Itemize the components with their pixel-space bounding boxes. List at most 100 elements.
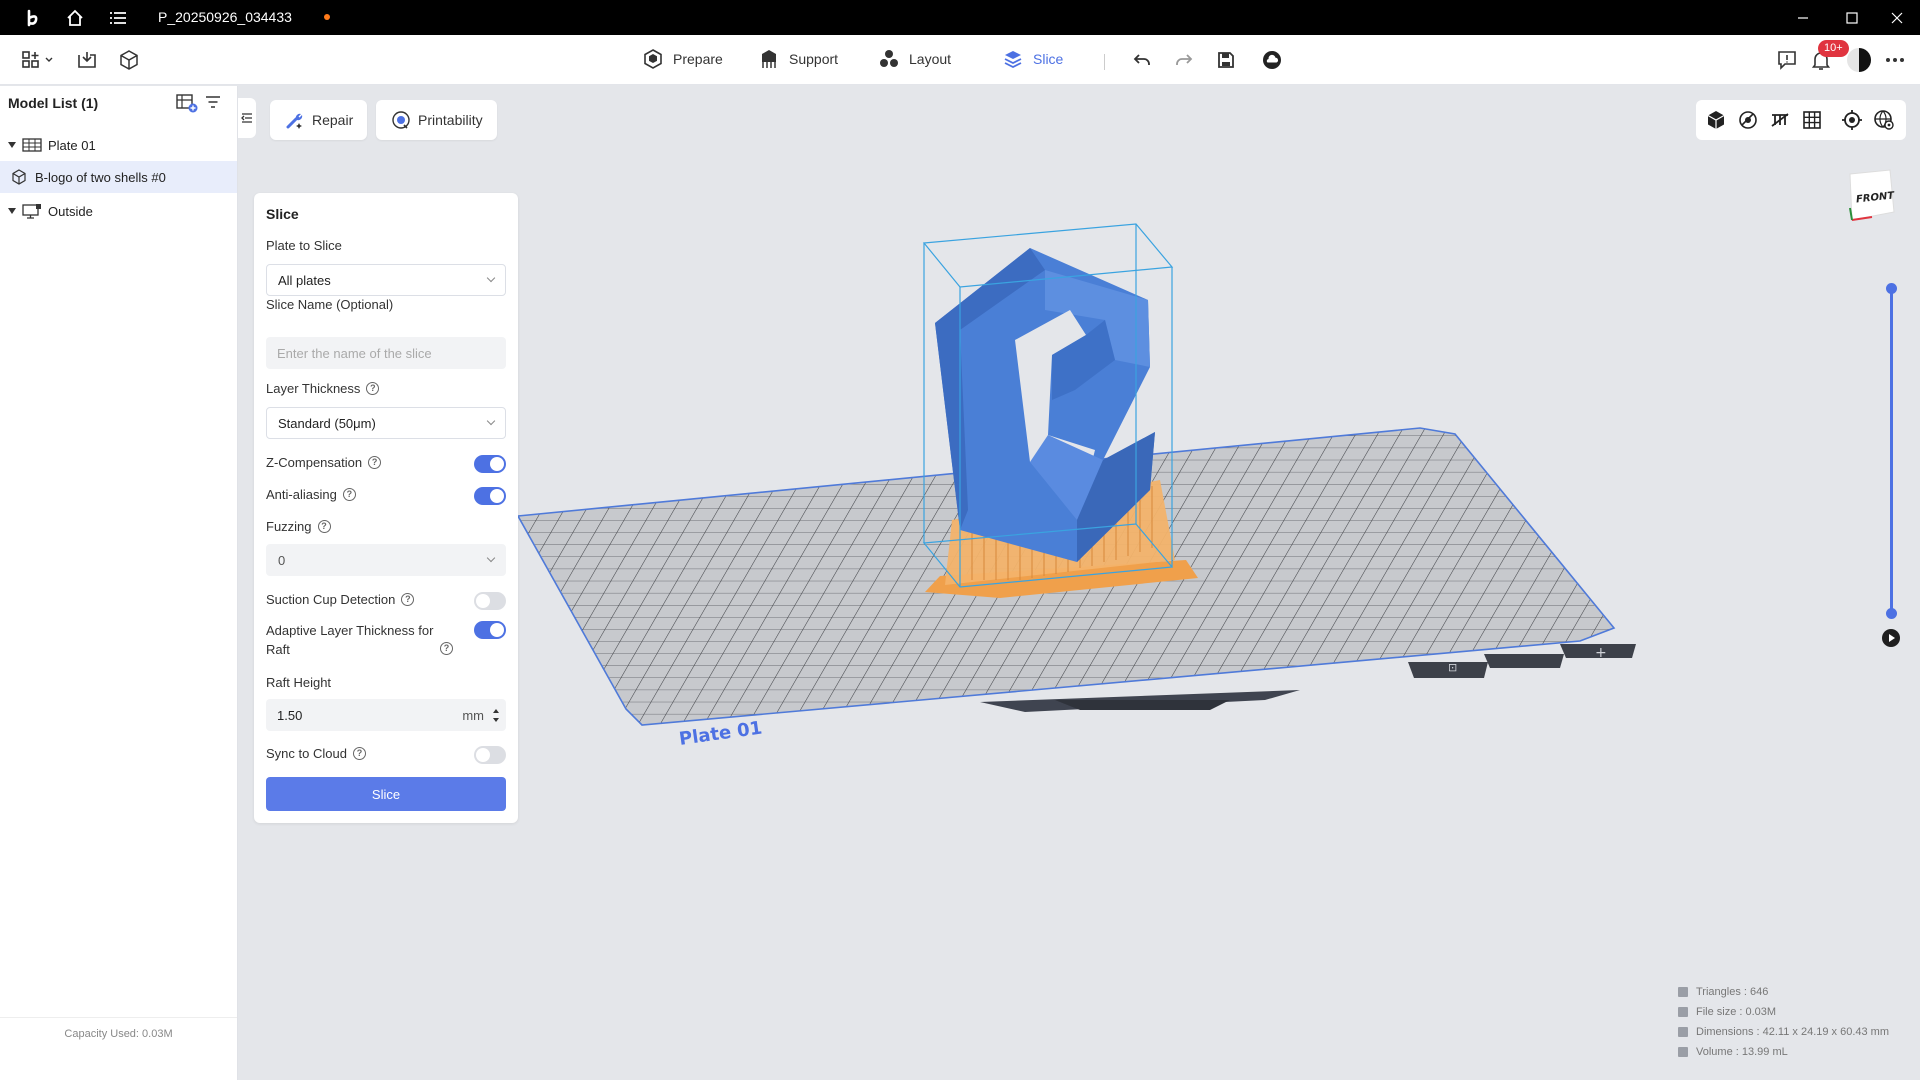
expand-caret-icon[interactable]	[8, 208, 16, 214]
view-settings-icon[interactable]	[1872, 108, 1896, 132]
decrement-arrow-icon[interactable]	[493, 717, 499, 722]
tree-item-outside[interactable]: Outside	[0, 195, 237, 227]
raft-height-value: 1.50	[277, 707, 303, 723]
layer-thickness-label-text: Layer Thickness	[266, 381, 361, 396]
suction-cup-label-text: Suction Cup Detection	[266, 592, 396, 607]
tree-item-outside-label: Outside	[48, 203, 93, 219]
view-tools-bar	[1696, 100, 1906, 140]
tree-item-plate-label: Plate 01	[48, 137, 96, 153]
anti-aliasing-label-text: Anti-aliasing	[266, 487, 337, 502]
help-icon[interactable]: ?	[401, 593, 415, 606]
z-compensation-label-text: Z-Compensation	[266, 455, 363, 470]
layer-slider-bottom-handle[interactable]	[1886, 608, 1897, 619]
collapse-icon	[241, 113, 252, 123]
xray-view-icon[interactable]	[1736, 108, 1760, 132]
chevron-down-icon	[486, 273, 496, 283]
stat-triangles: Triangles : 646	[1678, 982, 1889, 1002]
adaptive-raft-toggle[interactable]	[474, 621, 506, 639]
stat-triangles-text: Triangles : 646	[1696, 986, 1769, 998]
hide-supports-icon[interactable]	[1768, 108, 1792, 132]
z-compensation-toggle[interactable]	[474, 455, 506, 473]
raft-height-label: Raft Height	[266, 675, 331, 690]
increment-arrow-icon[interactable]	[493, 708, 499, 713]
help-icon[interactable]: ?	[352, 747, 366, 760]
adaptive-raft-label-text: Adaptive Layer Thickness for Raft	[266, 623, 434, 657]
model-list-panel: Model List (1) Plate 01 B-logo of two sh…	[0, 86, 238, 1080]
help-icon[interactable]: ?	[440, 642, 453, 655]
chevron-down-icon	[486, 416, 496, 426]
plate-to-slice-label-text: Plate to Slice	[266, 238, 342, 253]
stat-file-size: File size : 0.03M	[1678, 1002, 1889, 1022]
plate-tab-camera[interactable]	[1484, 654, 1564, 668]
plate-name-label: Plate 01	[678, 718, 764, 750]
plate-to-slice-value: All plates	[278, 272, 331, 288]
tree-item-plate[interactable]: Plate 01	[0, 129, 237, 161]
add-plate-icon[interactable]	[176, 93, 198, 118]
help-icon[interactable]: ?	[368, 456, 382, 469]
volume-icon	[1678, 1047, 1688, 1057]
tree-item-model[interactable]: B-logo of two shells #0	[0, 161, 237, 193]
raft-height-label-text: Raft Height	[266, 675, 332, 690]
repair-icon	[286, 113, 303, 129]
triangles-icon	[1678, 987, 1688, 997]
plate-grid-icon	[22, 138, 42, 152]
play-preview-button[interactable]	[1882, 629, 1900, 647]
plate-tab-delete-glyph: ⊡	[1448, 661, 1457, 674]
suction-cup-toggle[interactable]	[474, 592, 506, 610]
layer-thickness-value: Standard (50μm)	[278, 415, 376, 431]
fuzzing-select[interactable]: 0	[266, 544, 506, 576]
help-icon[interactable]: ?	[366, 382, 380, 395]
z-compensation-label: Z-Compensation ?	[266, 455, 382, 470]
sync-cloud-label-text: Sync to Cloud	[266, 746, 347, 761]
fuzzing-label-text: Fuzzing	[266, 519, 312, 534]
raft-height-stepper[interactable]	[490, 708, 502, 722]
sync-cloud-toggle[interactable]	[474, 746, 506, 764]
raft-height-input[interactable]: 1.50 mm	[266, 699, 506, 731]
stat-volume-text: Volume : 13.99 mL	[1696, 1046, 1788, 1058]
repair-label: Repair	[312, 112, 354, 128]
model-list-title: Model List (1)	[8, 95, 99, 111]
layer-thickness-select[interactable]: Standard (50μm)	[266, 407, 506, 439]
b-logo-model[interactable]	[935, 248, 1155, 562]
layer-slider-top-handle[interactable]	[1886, 283, 1897, 294]
slice-name-label: Slice Name (Optional)	[266, 297, 393, 312]
printability-button[interactable]: Printability	[376, 100, 497, 140]
slice-button[interactable]: Slice	[266, 777, 506, 811]
anti-aliasing-label: Anti-aliasing ?	[266, 487, 356, 502]
slice-settings-panel: Slice Plate to Slice All plates Slice Na…	[254, 193, 518, 823]
solid-view-icon[interactable]	[1704, 108, 1728, 132]
help-icon[interactable]: ?	[342, 488, 356, 501]
plate-to-slice-select[interactable]: All plates	[266, 264, 506, 296]
sync-cloud-label: Sync to Cloud ?	[266, 746, 366, 761]
stat-dimensions: Dimensions : 42.11 x 24.19 x 60.43 mm	[1678, 1022, 1889, 1042]
layer-thickness-label: Layer Thickness ?	[266, 381, 380, 396]
collapse-panel-button[interactable]	[238, 98, 256, 138]
locate-icon[interactable]	[1840, 108, 1864, 132]
slice-panel-title: Slice	[266, 206, 299, 222]
file-size-icon	[1678, 1007, 1688, 1017]
slice-name-label-text: Slice Name (Optional)	[266, 297, 394, 312]
stat-volume: Volume : 13.99 mL	[1678, 1042, 1889, 1062]
plate-handle	[1055, 700, 1230, 710]
filter-icon[interactable]	[204, 93, 222, 116]
plate-tab-add-glyph: +	[1595, 645, 1607, 661]
fuzzing-label: Fuzzing ?	[266, 519, 331, 534]
stat-file-size-text: File size : 0.03M	[1696, 1006, 1777, 1018]
layer-slider-track[interactable]	[1890, 286, 1893, 614]
expand-caret-icon[interactable]	[8, 142, 16, 148]
slice-name-input[interactable]	[266, 337, 506, 369]
view-cube[interactable]: FRONT	[1842, 166, 1898, 226]
outside-monitor-icon	[22, 204, 41, 219]
model-stats: Triangles : 646 File size : 0.03M Dimens…	[1678, 982, 1889, 1062]
chevron-down-icon	[486, 553, 496, 563]
printability-icon	[392, 111, 410, 129]
suction-cup-label: Suction Cup Detection ?	[266, 592, 415, 607]
fuzzing-value: 0	[278, 552, 286, 568]
printability-label: Printability	[418, 112, 483, 128]
adaptive-raft-label: Adaptive Layer Thickness for Raft ?	[266, 621, 462, 659]
grid-view-icon[interactable]	[1800, 108, 1824, 132]
help-icon[interactable]: ?	[317, 520, 331, 533]
repair-button[interactable]: Repair	[270, 100, 368, 140]
anti-aliasing-toggle[interactable]	[474, 487, 506, 505]
tree-item-model-label: B-logo of two shells #0	[35, 169, 166, 185]
